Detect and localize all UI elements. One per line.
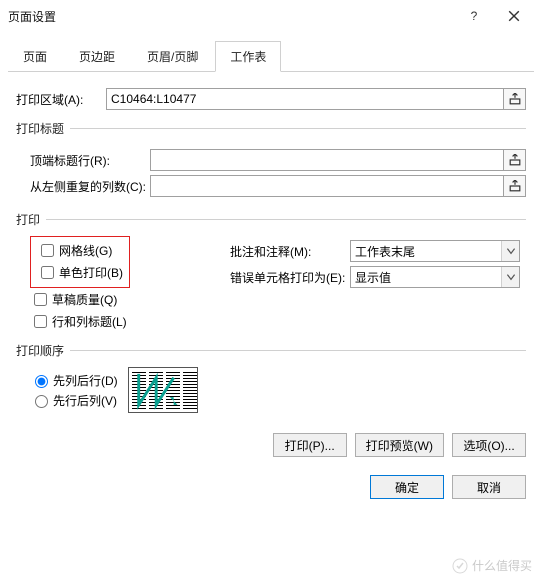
tab-content: 打印区域(A): 打印标题 顶端标题行(R): 从左侧重复的列数(C): 打印 <box>0 72 542 425</box>
action-row: 打印(P)... 打印预览(W) 选项(O)... <box>0 425 542 465</box>
question-icon: ? <box>471 9 478 23</box>
over-down-radio[interactable]: 先行后列(V) <box>30 390 118 410</box>
thumb-icon <box>452 558 468 574</box>
highlight-box: 网格线(G) 单色打印(B) <box>30 236 130 288</box>
errors-combo[interactable]: 显示值 <box>350 266 520 288</box>
top-rows-label: 顶端标题行(R): <box>30 152 150 169</box>
errors-label: 错误单元格打印为(E): <box>230 269 350 286</box>
print-order-group: 打印顺序 先列后行(D) 先行后列(V) <box>16 342 526 413</box>
draft-checkbox[interactable]: 草稿质量(Q) <box>30 288 230 310</box>
print-titles-legend: 打印标题 <box>16 120 70 137</box>
top-rows-input[interactable] <box>150 149 504 171</box>
preview-button[interactable]: 打印预览(W) <box>355 433 444 457</box>
tab-headerfooter[interactable]: 页眉/页脚 <box>132 41 213 72</box>
help-button[interactable]: ? <box>454 0 494 32</box>
print-titles-group: 打印标题 顶端标题行(R): 从左侧重复的列数(C): <box>16 120 526 201</box>
comments-label: 批注和注释(M): <box>230 243 350 260</box>
comments-value: 工作表末尾 <box>355 243 415 260</box>
left-cols-input[interactable] <box>150 175 504 197</box>
chevron-down-icon <box>501 241 519 261</box>
print-area-row: 打印区域(A): <box>16 88 526 110</box>
tab-margins[interactable]: 页边距 <box>64 41 130 72</box>
close-button[interactable] <box>494 0 534 32</box>
print-group: 打印 网格线(G) 单色打印(B) 草稿质量(Q) 行和列标题(L) 批注和注释… <box>16 211 526 332</box>
print-area-ref-button[interactable] <box>504 88 526 110</box>
print-area-label: 打印区域(A): <box>16 91 106 108</box>
comments-combo[interactable]: 工作表末尾 <box>350 240 520 262</box>
ok-button[interactable]: 确定 <box>370 475 444 499</box>
cancel-button[interactable]: 取消 <box>452 475 526 499</box>
collapse-icon <box>509 93 521 105</box>
print-area-input[interactable] <box>106 88 504 110</box>
chevron-down-icon <box>501 267 519 287</box>
errors-value: 显示值 <box>355 269 391 286</box>
top-rows-ref-button[interactable] <box>504 149 526 171</box>
collapse-icon <box>509 154 521 166</box>
watermark: 什么值得买 <box>452 557 532 574</box>
print-button[interactable]: 打印(P)... <box>273 433 347 457</box>
window-title: 页面设置 <box>8 8 454 25</box>
blackwhite-checkbox[interactable]: 单色打印(B) <box>37 261 123 283</box>
collapse-icon <box>509 180 521 192</box>
down-over-radio[interactable]: 先列后行(D) <box>30 370 118 390</box>
options-button[interactable]: 选项(O)... <box>452 433 526 457</box>
print-legend: 打印 <box>16 211 46 228</box>
dialog-footer: 确定 取消 <box>0 465 542 513</box>
left-cols-ref-button[interactable] <box>504 175 526 197</box>
tab-sheet[interactable]: 工作表 <box>215 41 281 72</box>
tab-bar: 页面 页边距 页眉/页脚 工作表 <box>8 40 534 72</box>
print-order-legend: 打印顺序 <box>16 342 70 359</box>
close-icon <box>508 10 520 22</box>
tab-page[interactable]: 页面 <box>8 41 62 72</box>
print-order-preview <box>128 367 198 413</box>
rowcol-headings-checkbox[interactable]: 行和列标题(L) <box>30 310 230 332</box>
left-cols-label: 从左侧重复的列数(C): <box>30 178 150 195</box>
gridlines-checkbox[interactable]: 网格线(G) <box>37 239 123 261</box>
title-bar: 页面设置 ? <box>0 0 542 32</box>
